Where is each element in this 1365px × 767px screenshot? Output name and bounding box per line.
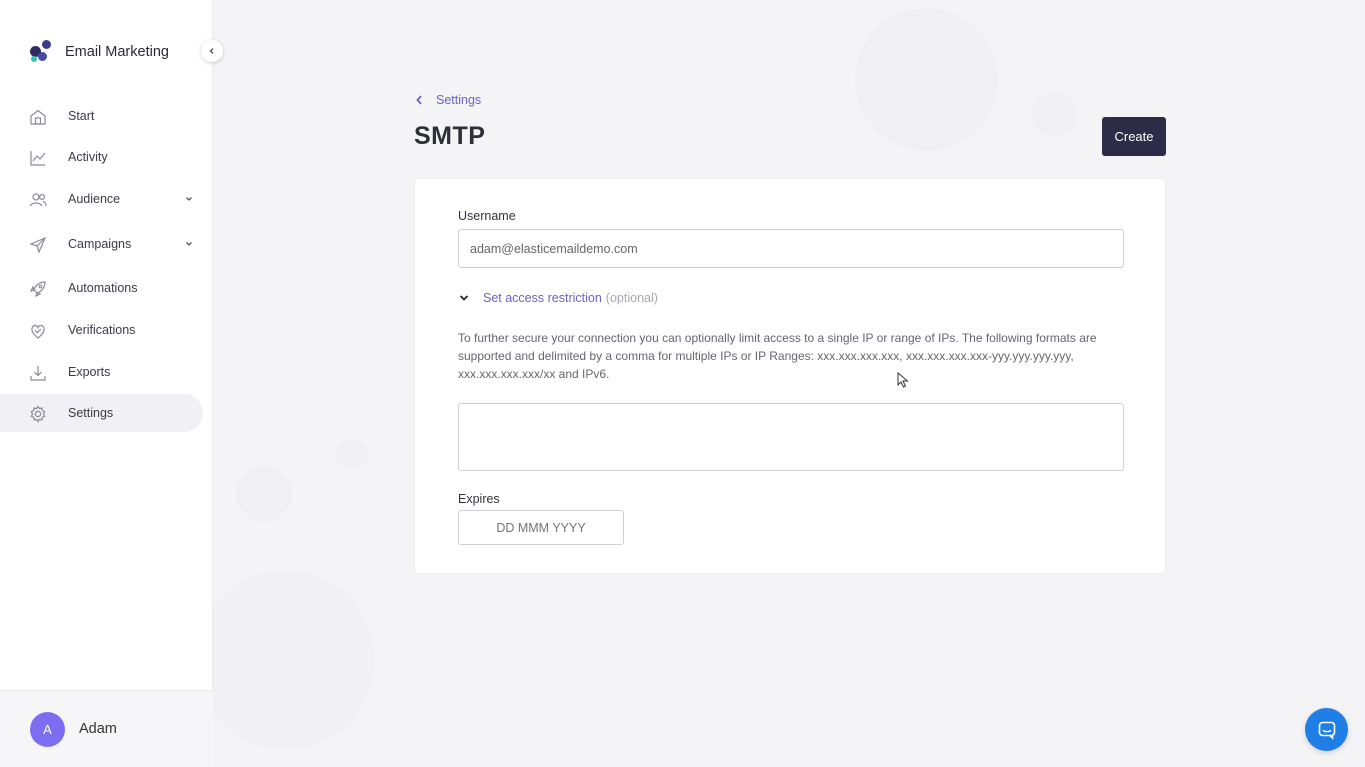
chevron-down-icon — [459, 295, 469, 301]
sidebar-item-label: Verifications — [68, 323, 136, 337]
chevron-down-icon[interactable] — [184, 194, 194, 204]
sidebar-item-campaigns[interactable]: Campaigns — [0, 225, 203, 263]
rocket-icon — [29, 281, 46, 298]
sidebar-item-label: Activity — [68, 150, 108, 164]
chevron-left-icon — [209, 48, 214, 54]
sidebar-item-settings[interactable]: Settings — [0, 394, 203, 432]
mouse-cursor-icon — [897, 372, 909, 388]
sidebar-item-verifications[interactable]: Verifications — [0, 311, 203, 349]
sidebar-item-label: Exports — [68, 365, 111, 379]
sidebar-item-label: Campaigns — [68, 237, 132, 251]
access-restriction-toggle[interactable]: Set access restriction (optional) — [459, 291, 658, 305]
sidebar-item-label: Audience — [68, 192, 121, 206]
user-name: Adam — [79, 721, 117, 737]
create-button[interactable]: Create — [1102, 117, 1166, 156]
brand-logo-icon — [28, 40, 52, 64]
sidebar-item-audience[interactable]: Audience — [0, 180, 203, 218]
sidebar-item-start[interactable]: Start — [0, 97, 203, 135]
sidebar: Email Marketing Start Activity Audience … — [0, 0, 213, 767]
sidebar-item-activity[interactable]: Activity — [0, 138, 203, 176]
sidebar-item-automations[interactable]: Automations — [0, 269, 203, 307]
chart-line-icon — [30, 151, 46, 166]
username-label: Username — [458, 209, 516, 223]
ip-help-text: To further secure your connection you ca… — [458, 331, 1097, 381]
chat-icon — [1318, 721, 1335, 740]
brand[interactable]: Email Marketing — [28, 40, 169, 64]
home-icon — [30, 109, 46, 125]
chevron-down-icon[interactable] — [184, 239, 194, 249]
gear-icon — [30, 405, 46, 423]
sidebar-collapse-button[interactable] — [201, 40, 223, 62]
background-bubble — [195, 570, 375, 750]
ip-restriction-input[interactable] — [458, 403, 1124, 471]
download-icon — [30, 366, 46, 381]
background-bubble — [1032, 92, 1077, 137]
users-icon — [29, 193, 47, 207]
sidebar-item-label: Automations — [68, 281, 138, 295]
user-profile[interactable]: A Adam — [0, 690, 213, 767]
background-bubble — [855, 8, 998, 151]
background-bubble — [236, 466, 292, 522]
sidebar-item-exports[interactable]: Exports — [0, 353, 203, 391]
background-bubble — [336, 438, 368, 470]
breadcrumb[interactable]: Settings — [415, 93, 481, 107]
sidebar-item-label: Start — [68, 109, 95, 123]
access-restriction-label: Set access restriction — [483, 291, 602, 305]
expires-date-input[interactable] — [458, 510, 624, 545]
chevron-left-icon — [416, 95, 422, 105]
expires-label: Expires — [458, 492, 500, 506]
chat-support-button[interactable] — [1305, 708, 1348, 751]
smtp-form-card: Username Set access restriction (optiona… — [414, 178, 1166, 574]
username-input[interactable] — [458, 229, 1124, 268]
avatar: A — [30, 711, 65, 747]
paper-plane-icon — [29, 236, 47, 254]
page-title: SMTP — [414, 122, 486, 150]
optional-label: (optional) — [605, 291, 658, 305]
brand-name: Email Marketing — [65, 44, 169, 60]
heart-check-icon — [31, 324, 45, 339]
breadcrumb-link[interactable]: Settings — [436, 93, 481, 107]
sidebar-item-label: Settings — [68, 406, 114, 420]
